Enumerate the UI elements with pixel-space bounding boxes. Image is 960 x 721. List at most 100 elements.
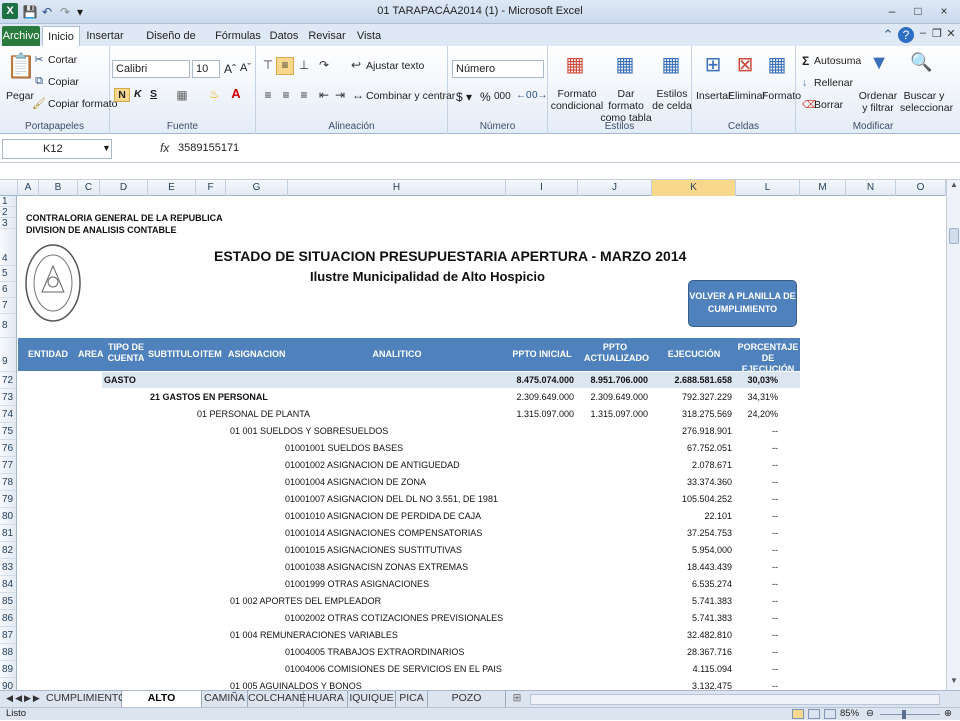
column-header[interactable]: I	[506, 180, 578, 196]
row-header[interactable]: 8	[0, 314, 17, 338]
sheet-tab-alto-hospicio[interactable]: ALTO HOSPICIO	[122, 691, 202, 719]
name-box[interactable]: K12	[2, 139, 112, 159]
shrink-font-icon[interactable]: Aˇ	[240, 62, 251, 74]
decrease-indent-icon[interactable]: ⇤	[316, 88, 332, 102]
ppto-actualizado-cell[interactable]: 1.315.097.000	[578, 406, 652, 423]
zoom-out-icon[interactable]: ⊖	[866, 708, 874, 720]
help-icon[interactable]: ?	[898, 27, 914, 43]
row-header[interactable]: 9	[0, 338, 17, 372]
row-header[interactable]: 83	[0, 559, 17, 576]
volver-planilla-button[interactable]: VOLVER A PLANILLA DE CUMPLIMIENTO	[688, 280, 797, 327]
row-label[interactable]: 01001002 ASIGNACION DE ANTIGUEDAD	[285, 457, 460, 474]
horizontal-scrollbar[interactable]	[530, 694, 940, 705]
porcentaje-cell[interactable]: 24,20%	[736, 406, 782, 423]
column-header[interactable]: A	[18, 180, 39, 196]
fill-button[interactable]: Rellenar	[814, 77, 853, 89]
column-header[interactable]: J	[578, 180, 652, 196]
row-header[interactable]: 3	[0, 218, 17, 229]
clear-button[interactable]: Borrar	[814, 99, 843, 111]
row-label[interactable]: 01001007 ASIGNACION DEL DL NO 3.551, DE …	[285, 491, 498, 508]
row-header[interactable]: 76	[0, 440, 17, 457]
italic-button[interactable]: K	[134, 88, 142, 100]
column-header[interactable]: D	[100, 180, 148, 196]
tab-inicio[interactable]: Inicio	[42, 26, 80, 46]
row-header[interactable]: 7	[0, 298, 17, 314]
row-label[interactable]: 01 001 SUELDOS Y SOBRESUELDOS	[230, 423, 388, 440]
font-name-select[interactable]: Calibri	[112, 60, 190, 78]
align-top-icon[interactable]: ⊤	[260, 58, 276, 72]
ejecucion-cell[interactable]: 28.367.716	[652, 644, 736, 661]
align-bottom-icon[interactable]: ⊥	[296, 58, 312, 72]
zoom-slider-thumb[interactable]	[902, 710, 906, 719]
maximize-button[interactable]: □	[906, 2, 930, 20]
porcentaje-cell[interactable]: --	[736, 627, 782, 644]
porcentaje-cell[interactable]: --	[736, 457, 782, 474]
doc-close-icon[interactable]: ✕	[944, 27, 958, 40]
row-label[interactable]: 01001014 ASIGNACIONES COMPENSATORIAS	[285, 525, 482, 542]
tab-datos[interactable]: Datos	[266, 26, 302, 46]
percent-button[interactable]: %	[480, 90, 491, 104]
porcentaje-cell[interactable]: --	[736, 559, 782, 576]
ejecucion-cell[interactable]: 5.741.383	[652, 610, 736, 627]
row-label[interactable]: 01004006 COMISIONES DE SERVICIOS EN EL P…	[285, 661, 502, 678]
sheet-nav-icon[interactable]: ◀◀▶▶	[2, 691, 46, 707]
column-header[interactable]: L	[736, 180, 800, 196]
row-label[interactable]: 01001015 ASIGNACIONES SUSTITUTIVAS	[285, 542, 462, 559]
row-label[interactable]: 01 002 APORTES DEL EMPLEADOR	[230, 593, 381, 610]
porcentaje-cell[interactable]: --	[736, 610, 782, 627]
column-header[interactable]: N	[846, 180, 896, 196]
grow-font-icon[interactable]: Aˆ	[224, 62, 236, 76]
column-header[interactable]: B	[39, 180, 78, 196]
porcentaje-cell[interactable]: --	[736, 508, 782, 525]
column-header[interactable]: M	[800, 180, 846, 196]
row-header[interactable]: 80	[0, 508, 17, 525]
ppto-inicial-cell[interactable]: 2.309.649.000	[506, 389, 578, 406]
ppto-actualizado-cell[interactable]: 2.309.649.000	[578, 389, 652, 406]
row-header[interactable]: 4	[0, 229, 17, 266]
sheet-tab-camina[interactable]: CAMIÑA	[202, 691, 248, 707]
tab-diseno[interactable]: Diseño de página	[132, 26, 210, 62]
row-label[interactable]: 01001038 ASIGNACISN ZONAS EXTREMAS	[285, 559, 468, 576]
new-sheet-icon[interactable]: ⊞	[506, 691, 528, 707]
sheet-tab-iquique[interactable]: IQUIQUE	[348, 691, 396, 707]
underline-button[interactable]: S	[150, 88, 157, 100]
align-center-icon[interactable]: ≡	[278, 88, 294, 102]
paste-button[interactable]: Pegar	[6, 90, 34, 102]
select-all-corner[interactable]	[0, 180, 18, 196]
row-label[interactable]: 21 GASTOS EN PERSONAL	[150, 389, 268, 406]
increase-decimal-icon[interactable]: ←0	[516, 90, 532, 101]
delete-cells-button[interactable]: Eliminar	[728, 90, 766, 102]
porcentaje-cell[interactable]: --	[736, 525, 782, 542]
porcentaje-cell[interactable]: --	[736, 576, 782, 593]
fill-color-icon[interactable]: ♨	[206, 87, 222, 101]
ejecucion-cell[interactable]: 22.101	[652, 508, 736, 525]
row-header[interactable]: 78	[0, 474, 17, 491]
column-header[interactable]: H	[288, 180, 506, 196]
minimize-button[interactable]: –	[880, 2, 904, 20]
column-header[interactable]: G	[226, 180, 288, 196]
sheet-tab-pozo-almonte[interactable]: POZO ALMONTE	[428, 691, 506, 719]
align-middle-icon[interactable]: ≡	[276, 57, 294, 75]
bold-button[interactable]: N	[114, 88, 130, 102]
orientation-icon[interactable]: ↷	[316, 58, 332, 72]
scroll-down-icon[interactable]: ▼	[948, 676, 960, 688]
column-header-selected[interactable]: K	[652, 180, 736, 196]
insert-function-icon[interactable]: fx	[160, 141, 169, 155]
row-header[interactable]: 89	[0, 661, 17, 678]
row-header[interactable]: 87	[0, 627, 17, 644]
row-header[interactable]: 86	[0, 610, 17, 627]
row-header[interactable]: 5	[0, 266, 17, 282]
porcentaje-cell[interactable]: --	[736, 644, 782, 661]
format-as-table-button[interactable]: Dar formato como tabla	[600, 88, 652, 124]
porcentaje-cell[interactable]: --	[736, 440, 782, 457]
paste-icon[interactable]: 📋	[6, 52, 36, 82]
format-painter-button[interactable]: Copiar formato	[48, 98, 117, 110]
row-label[interactable]: 01001999 OTRAS ASIGNACIONES	[285, 576, 429, 593]
ejecucion-cell[interactable]: 5.954.000	[652, 542, 736, 559]
currency-icon[interactable]: $ ▾	[456, 90, 472, 104]
row-label[interactable]: 01 PERSONAL DE PLANTA	[197, 406, 310, 423]
row-header[interactable]: 85	[0, 593, 17, 610]
porcentaje-cell[interactable]: --	[736, 661, 782, 678]
conditional-format-button[interactable]: Formato condicional	[550, 88, 604, 112]
cut-button[interactable]: Cortar	[48, 54, 77, 66]
